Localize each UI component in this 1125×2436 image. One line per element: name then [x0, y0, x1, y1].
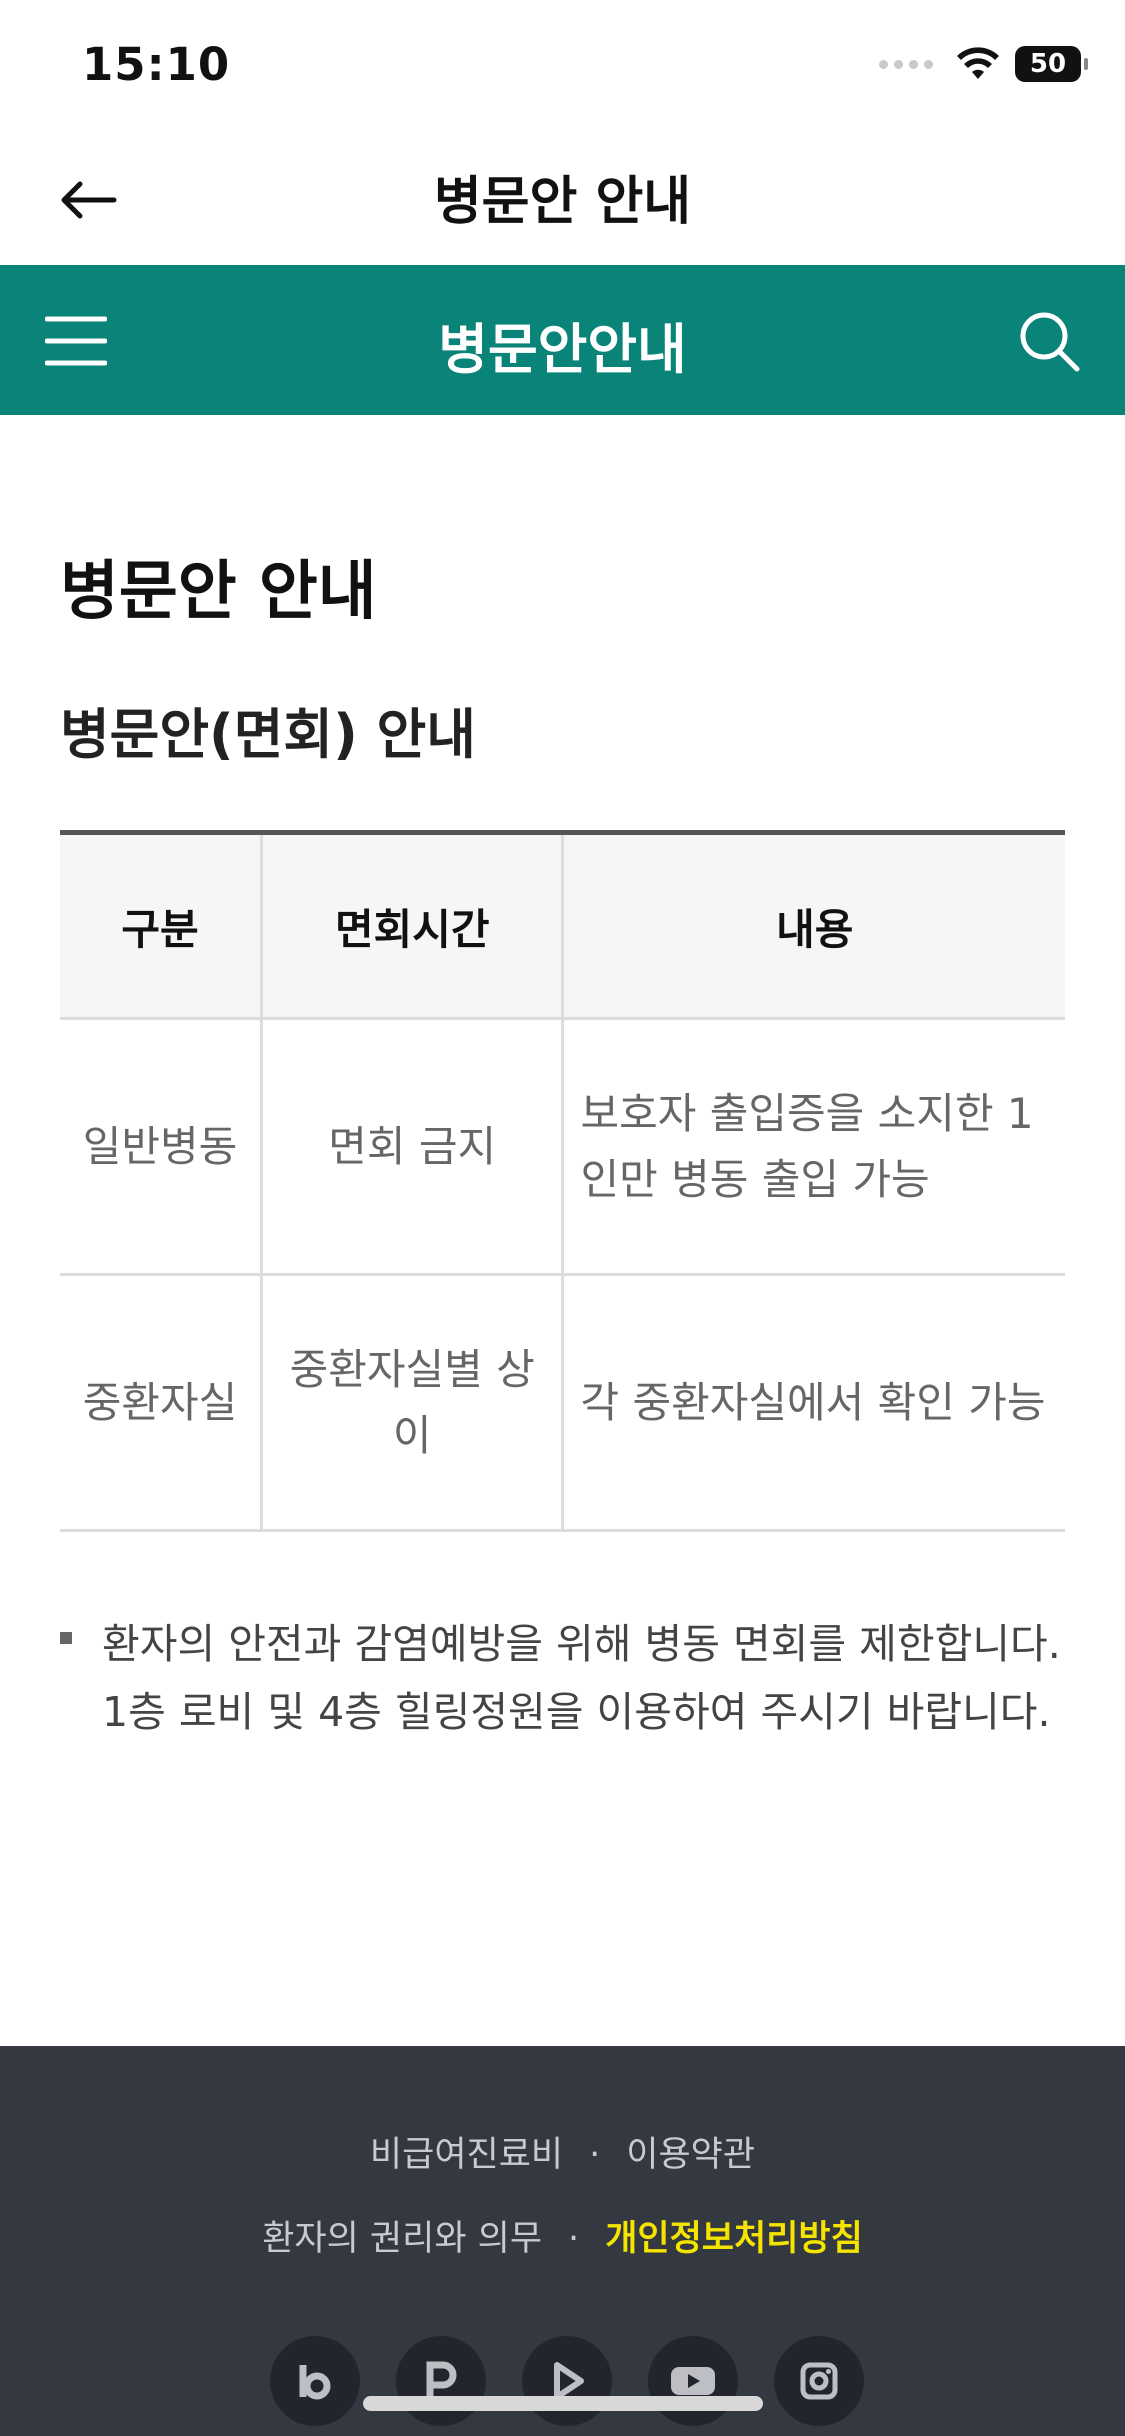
page-title: 병문안 안내: [433, 172, 692, 232]
footer: 비급여진료비 · 이용약관 환자의 권리와 의무 · 개인정보처리방침: [0, 2046, 1125, 2436]
status-time: 15:10: [82, 38, 231, 91]
table-header-category: 구분: [60, 830, 263, 1020]
blog-icon: [299, 2365, 331, 2400]
status-icons: 50: [879, 46, 1088, 82]
blog-button[interactable]: [270, 2336, 360, 2426]
status-bar: 15:10 50: [0, 0, 1125, 135]
table-cell: 중환자실별 상이: [261, 1274, 565, 1532]
footer-link-noncovered-fees[interactable]: 비급여진료비: [370, 2135, 563, 2175]
wifi-icon: [957, 47, 999, 79]
table-row: 일반병동 면회 금지 보호자 출입증을 소지한 1인만 병동 출입 가능: [60, 1018, 1065, 1276]
table-header-row: 구분 면회시간 내용: [60, 830, 1065, 1020]
table-cell: 각 중환자실에서 확인 가능: [562, 1274, 1065, 1532]
bullet-icon: [60, 1632, 72, 1644]
home-indicator: [363, 2396, 763, 2411]
search-button[interactable]: [1011, 303, 1087, 379]
table-header-content: 내용: [562, 830, 1065, 1020]
table-row: 중환자실 중환자실별 상이 각 중환자실에서 확인 가능: [60, 1274, 1065, 1532]
tv-button[interactable]: [522, 2336, 612, 2426]
footer-separator: ·: [568, 2219, 580, 2259]
footer-link-privacy-policy[interactable]: 개인정보처리방침: [605, 2219, 863, 2259]
youtube-icon: [671, 2367, 715, 2395]
footer-link-terms[interactable]: 이용약관: [626, 2135, 755, 2175]
visit-info-table: 구분 면회시간 내용 일반병동 면회 금지 보호자 출입증을 소지한 1인만 병…: [60, 830, 1065, 1532]
table-header-visit-time: 면회시간: [261, 830, 565, 1020]
social-links: [270, 2336, 864, 2426]
content-heading: 병문안 안내: [60, 555, 377, 629]
footer-links-row: 비급여진료비 · 이용약관: [0, 2126, 1125, 2177]
tv-icon: [554, 2362, 584, 2400]
footer-links-row: 환자의 권리와 의무 · 개인정보처리방침: [0, 2210, 1125, 2261]
post-icon: [426, 2361, 457, 2399]
instagram-button[interactable]: [774, 2336, 864, 2426]
top-nav: 병문안 안내: [0, 135, 1125, 265]
footer-link-patient-rights[interactable]: 환자의 권리와 의무: [262, 2219, 542, 2259]
visit-notice: 환자의 안전과 감염예방을 위해 병동 면회를 제한합니다. 1층 로비 및 4…: [60, 1610, 1070, 1746]
search-icon: [1020, 312, 1080, 372]
instagram-icon: [800, 2362, 838, 2400]
table-cell: 일반병동: [60, 1018, 263, 1276]
site-header: 병문안안내: [0, 265, 1125, 415]
footer-separator: ·: [589, 2135, 601, 2175]
table-cell: 보호자 출입증을 소지한 1인만 병동 출입 가능: [562, 1018, 1065, 1276]
battery-icon: 50: [1015, 46, 1088, 82]
table-cell: 면회 금지: [261, 1018, 565, 1276]
section-heading: 병문안(면회) 안내: [60, 703, 476, 766]
cellular-signal-icon: [879, 59, 933, 69]
notice-text: 환자의 안전과 감염예방을 위해 병동 면회를 제한합니다. 1층 로비 및 4…: [102, 1620, 1061, 1736]
post-button[interactable]: [396, 2336, 486, 2426]
site-header-title: 병문안안내: [438, 318, 687, 381]
table-cell: 중환자실: [60, 1274, 263, 1532]
youtube-button[interactable]: [648, 2336, 738, 2426]
